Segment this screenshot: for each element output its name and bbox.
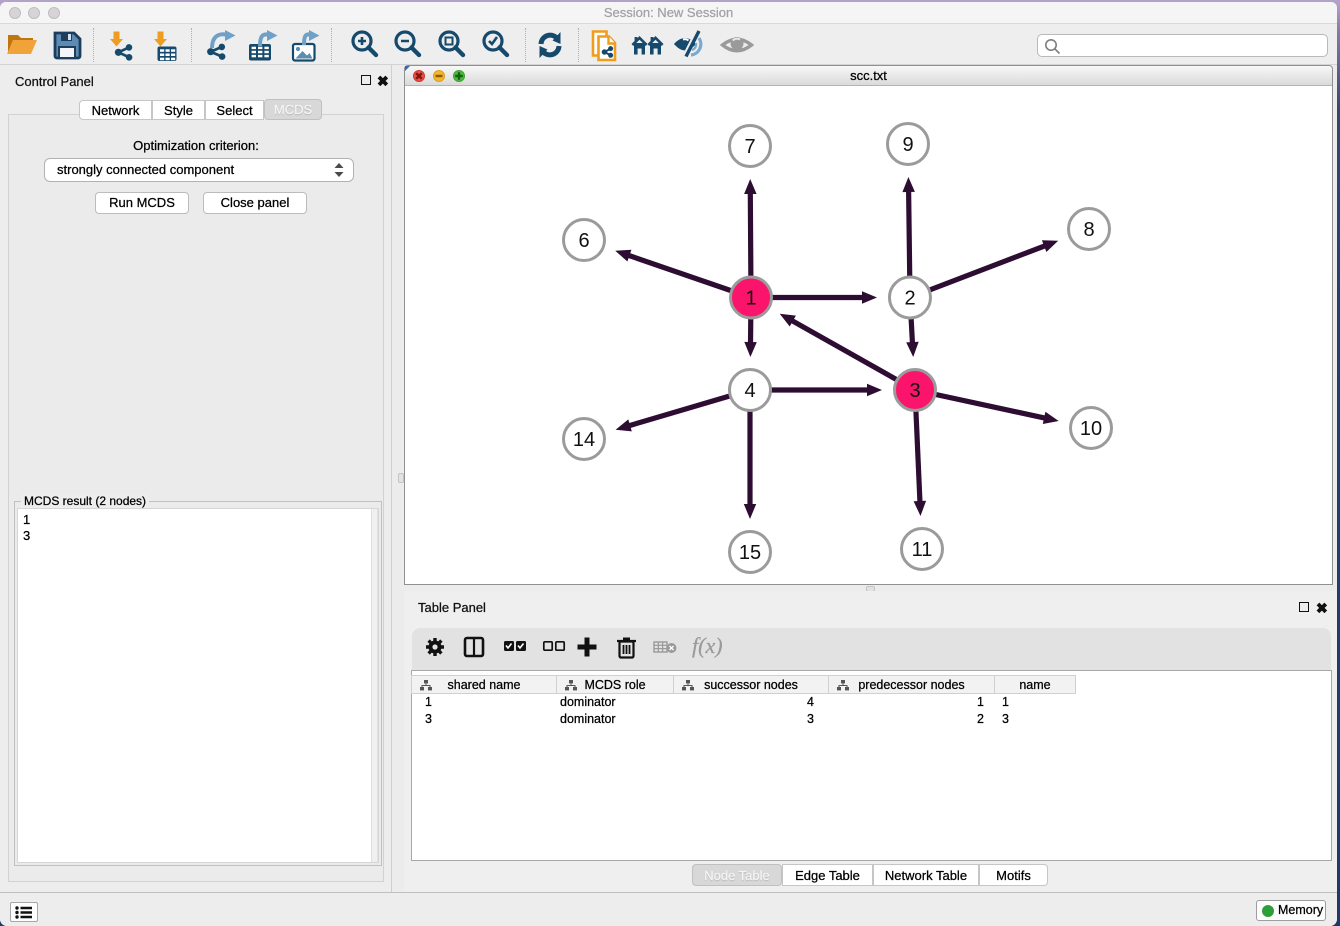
svg-text:4: 4 xyxy=(744,380,755,402)
svg-text:9: 9 xyxy=(902,134,913,156)
svg-text:8: 8 xyxy=(1083,219,1094,241)
svg-text:14: 14 xyxy=(573,429,595,451)
svg-text:11: 11 xyxy=(912,539,933,561)
svg-text:10: 10 xyxy=(1080,418,1102,440)
svg-text:2: 2 xyxy=(904,288,915,310)
svg-text:1: 1 xyxy=(745,288,756,310)
svg-text:3: 3 xyxy=(909,380,920,402)
svg-text:7: 7 xyxy=(744,136,755,158)
svg-text:15: 15 xyxy=(739,542,761,564)
svg-text:6: 6 xyxy=(578,230,589,252)
